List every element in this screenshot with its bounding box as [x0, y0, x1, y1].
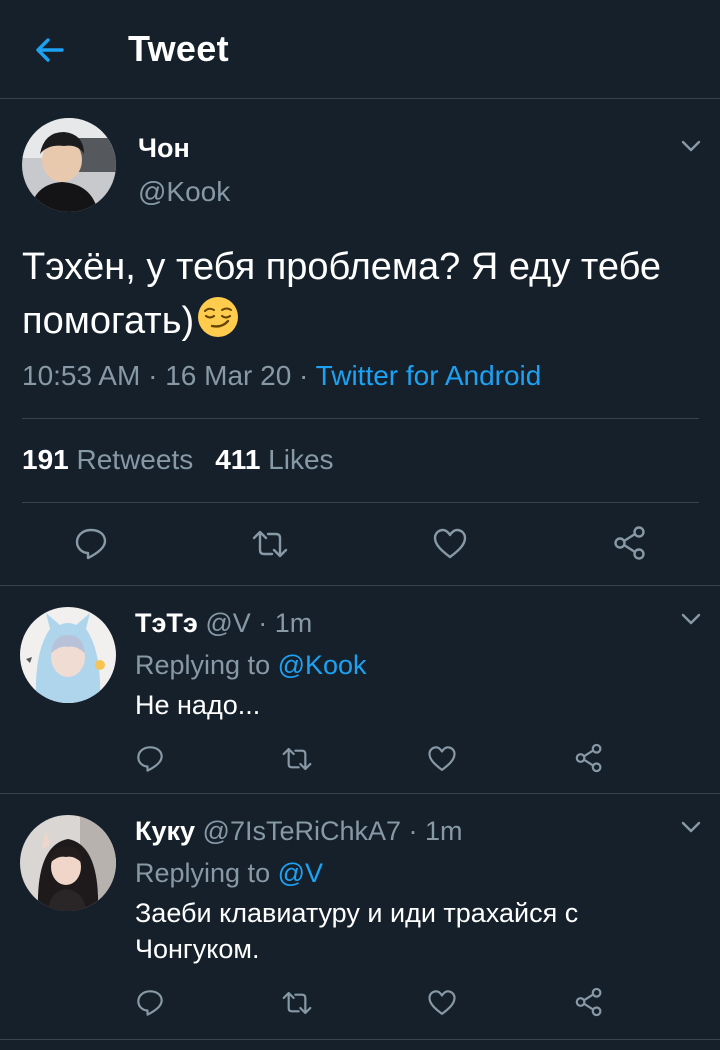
tweet-stats: 191 Retweets 411 Likes: [22, 444, 334, 476]
divider: [0, 1039, 720, 1040]
avatar[interactable]: [20, 607, 116, 703]
divider: [0, 585, 720, 586]
share-icon[interactable]: [573, 986, 605, 1018]
reply-time: 1m: [274, 608, 313, 638]
tweet-meta: 10:53 AM · 16 Mar 20 · Twitter for Andro…: [22, 360, 542, 391]
reply-author-name[interactable]: Куку: [135, 816, 195, 846]
replying-to: Replying to @V: [135, 858, 324, 888]
top-bar: Tweet: [0, 0, 720, 99]
retweets-count[interactable]: 191 Retweets: [22, 444, 193, 475]
tweet-text-content: Тэхён, у тебя проблема? Я еду тебе помог…: [22, 246, 662, 342]
share-icon[interactable]: [573, 742, 605, 774]
reply-text: Заеби клавиатуру и иди трахайся с Чонгук…: [135, 898, 579, 964]
mention-link[interactable]: @V: [278, 858, 323, 888]
tweet-text: Тэхён, у тебя проблема? Я еду тебе помог…: [22, 240, 682, 348]
share-icon[interactable]: [611, 524, 649, 562]
reply-icon[interactable]: [135, 988, 165, 1018]
tweet-date: 16 Mar 20: [165, 360, 292, 391]
chevron-down-icon[interactable]: [678, 133, 704, 159]
tweet-source-link[interactable]: Twitter for Android: [316, 360, 542, 391]
tweet-time: 10:53 AM: [22, 360, 141, 391]
avatar[interactable]: [22, 118, 116, 212]
reply-header: ТэТэ @V · 1m: [135, 608, 313, 638]
divider: [0, 793, 720, 794]
like-icon[interactable]: [427, 744, 457, 774]
retweet-icon[interactable]: [280, 744, 314, 774]
reply-author-handle[interactable]: @V: [205, 608, 250, 638]
author-name[interactable]: Чон: [138, 133, 190, 164]
reply-text: Не надо...: [135, 690, 261, 720]
author-handle[interactable]: @Kook: [138, 176, 230, 208]
chevron-down-icon[interactable]: [678, 814, 704, 840]
reply-time: 1m: [425, 816, 463, 846]
divider: [22, 502, 699, 503]
reply-header: Куку @7IsTeRiChkA7 · 1m: [135, 816, 463, 846]
back-arrow-icon[interactable]: [30, 30, 70, 70]
mention-link[interactable]: @Kook: [278, 650, 367, 680]
reply-icon[interactable]: [135, 744, 165, 774]
like-icon[interactable]: [432, 526, 468, 562]
retweet-icon[interactable]: [250, 526, 290, 562]
smirking-face-icon: [196, 295, 240, 339]
reply-icon[interactable]: [73, 526, 109, 562]
like-icon[interactable]: [427, 988, 457, 1018]
reply-author-handle[interactable]: @7IsTeRiChkA7: [203, 816, 401, 846]
retweet-icon[interactable]: [280, 988, 314, 1018]
divider: [22, 418, 699, 419]
reply-author-name[interactable]: ТэТэ: [135, 608, 198, 638]
likes-count[interactable]: 411 Likes: [215, 444, 333, 475]
replying-to: Replying to @Kook: [135, 650, 367, 680]
page-title: Tweet: [128, 28, 229, 69]
chevron-down-icon[interactable]: [678, 606, 704, 632]
avatar[interactable]: [20, 815, 116, 911]
